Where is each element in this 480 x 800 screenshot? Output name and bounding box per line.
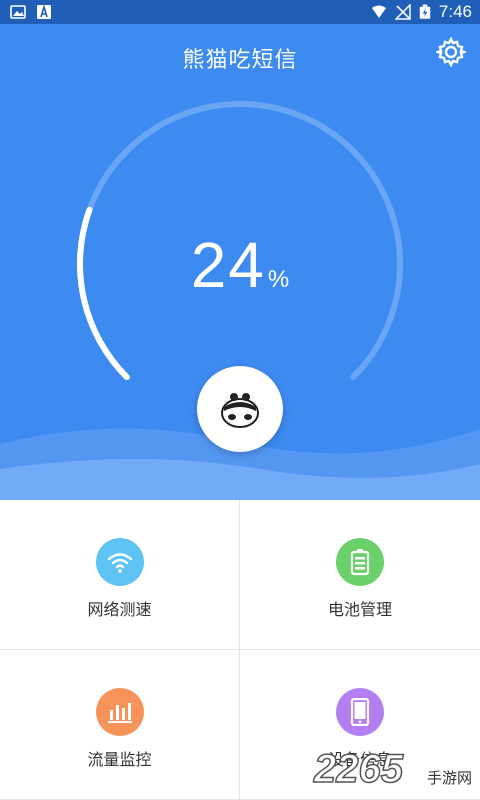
status-time: 7:46 [438,2,472,21]
panda-icon [221,393,259,428]
image-icon [10,5,26,19]
wifi-icon [371,5,386,18]
tool-battery-manager[interactable]: 电池管理 [240,500,480,650]
panda-button[interactable] [197,366,283,452]
gauge-readout: 24% [0,228,480,302]
svg-text:2265: 2265 [313,747,404,791]
battery-icon [336,538,384,586]
gauge-unit: % [267,266,290,293]
tool-label: 网络测速 [87,600,152,619]
tool-traffic-monitor[interactable]: 流量监控 [0,650,240,800]
watermark: 2265 手游网 [312,738,472,792]
no-signal-icon [394,4,411,20]
page-title: 熊猫吃短信 [182,48,298,73]
bar-chart-icon [95,688,144,736]
status-right: 7:46 [371,2,472,22]
gear-icon[interactable] [436,37,466,67]
tool-label: 流量监控 [87,750,152,769]
gauge-value: 24 [190,229,266,301]
tool-label: 电池管理 [327,600,392,619]
watermark-logo: 2265 [312,746,404,792]
battery-charging-icon [419,4,431,19]
watermark-text: 手游网 [426,770,472,787]
gauge-panel: 熊猫吃短信 24% [0,24,480,500]
phone-icon [336,688,384,736]
status-bar: 7:46 [0,0,480,24]
font-icon [37,4,51,19]
tool-network-speed[interactable]: 网络测速 [0,500,240,650]
wifi-icon [95,538,144,586]
status-left [10,4,52,20]
